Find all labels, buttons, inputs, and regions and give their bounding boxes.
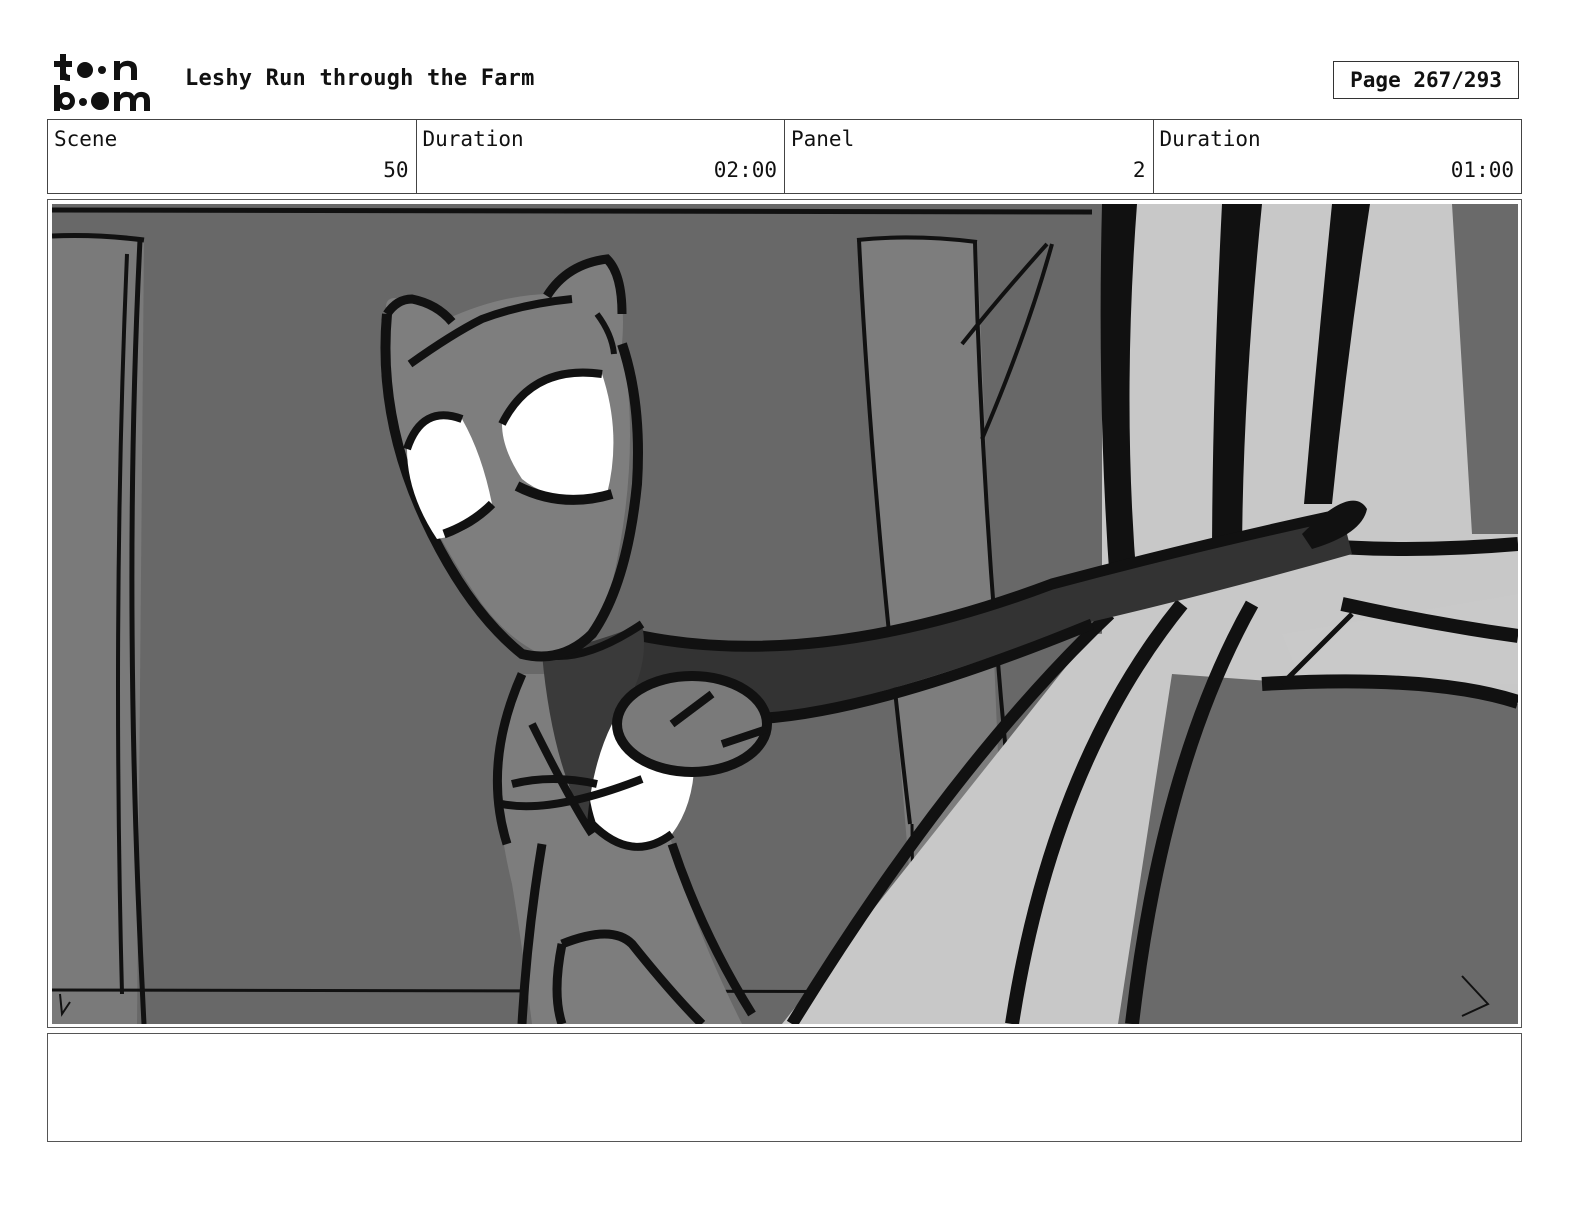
storyboard-panel-image xyxy=(52,204,1518,1024)
storyboard-title: Leshy Run through the Farm xyxy=(185,66,535,91)
scene-duration-cell: Duration 02:00 xyxy=(417,120,785,193)
panel-duration-value: 01:00 xyxy=(1450,158,1514,182)
panel-cell: Panel 2 xyxy=(785,120,1154,193)
scene-value: 50 xyxy=(383,158,409,182)
toon-boom-logo xyxy=(54,54,150,111)
scene-cell: Scene 50 xyxy=(48,120,417,193)
panel-duration-label: Duration xyxy=(1159,127,1261,151)
scene-label: Scene xyxy=(54,127,118,151)
scene-duration-value: 02:00 xyxy=(713,158,777,182)
panel-duration-cell: Duration 01:00 xyxy=(1154,120,1522,193)
panel-info-table: Scene 50 Duration 02:00 Panel 2 Duration… xyxy=(47,119,1522,194)
scene-duration-label: Duration xyxy=(422,127,524,151)
panel-label: Panel xyxy=(791,127,855,151)
page-indicator: Page 267/293 xyxy=(1333,61,1519,99)
panel-notes xyxy=(47,1033,1522,1142)
panel-value: 2 xyxy=(1132,158,1146,182)
